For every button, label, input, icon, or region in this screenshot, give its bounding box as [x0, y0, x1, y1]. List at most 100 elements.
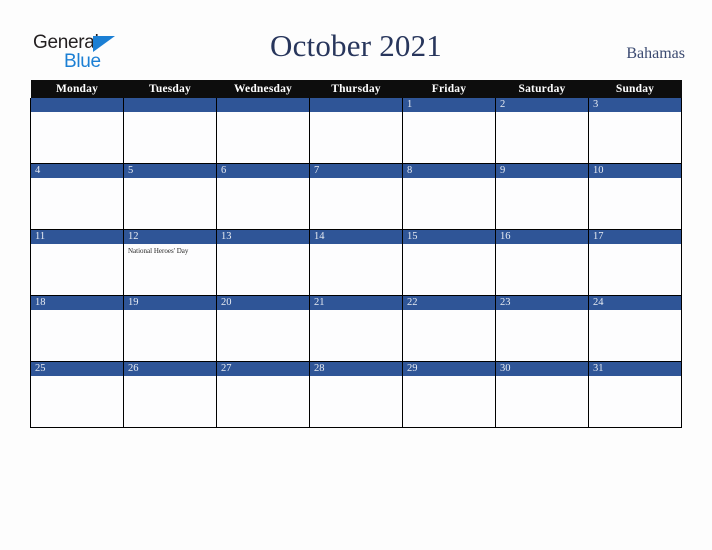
- day-number: [31, 98, 123, 112]
- calendar-week-row: 11 12 National Heroes' Day 13 14 15 16 17: [30, 229, 682, 296]
- weekday-header-friday: Friday: [402, 80, 496, 98]
- day-number: 10: [589, 164, 681, 178]
- day-cell-body: [217, 178, 309, 229]
- calendar-day-cell[interactable]: 8: [402, 163, 496, 230]
- calendar-day-cell[interactable]: 1: [402, 98, 496, 164]
- day-number: 11: [31, 230, 123, 244]
- calendar-day-cell[interactable]: 12 National Heroes' Day: [123, 229, 217, 296]
- day-cell-body: [124, 310, 216, 361]
- calendar-day-cell[interactable]: 26: [123, 361, 217, 428]
- day-cell-body: [496, 112, 588, 163]
- day-cell-body: [124, 376, 216, 427]
- calendar-day-cell[interactable]: 19: [123, 295, 217, 362]
- calendar-day-cell[interactable]: 4: [30, 163, 124, 230]
- calendar-day-cell[interactable]: 27: [216, 361, 310, 428]
- weekday-header-monday: Monday: [30, 80, 124, 98]
- calendar-week-row: 18 19 20 21 22 23 24: [30, 295, 682, 362]
- day-number: 12: [124, 230, 216, 244]
- calendar-day-cell[interactable]: 24: [588, 295, 682, 362]
- calendar-day-cell[interactable]: 20: [216, 295, 310, 362]
- day-number: [310, 98, 402, 112]
- day-cell-body: [496, 310, 588, 361]
- weekday-header-thursday: Thursday: [309, 80, 403, 98]
- day-cell-body: [217, 112, 309, 163]
- day-number: 19: [124, 296, 216, 310]
- day-number: 26: [124, 362, 216, 376]
- calendar-day-cell[interactable]: 13: [216, 229, 310, 296]
- day-number: 28: [310, 362, 402, 376]
- day-number: 9: [496, 164, 588, 178]
- day-cell-body: [589, 178, 681, 229]
- day-cell-body: [310, 178, 402, 229]
- day-number: 18: [31, 296, 123, 310]
- day-number: 25: [31, 362, 123, 376]
- calendar-day-cell[interactable]: 25: [30, 361, 124, 428]
- calendar-empty-cell[interactable]: [123, 98, 217, 164]
- calendar-day-cell[interactable]: 5: [123, 163, 217, 230]
- calendar-day-cell[interactable]: 10: [588, 163, 682, 230]
- calendar-day-cell[interactable]: 18: [30, 295, 124, 362]
- day-number: 4: [31, 164, 123, 178]
- day-cell-body: [217, 310, 309, 361]
- day-number: 5: [124, 164, 216, 178]
- calendar-empty-cell[interactable]: [216, 98, 310, 164]
- day-number: 27: [217, 362, 309, 376]
- weekday-header-sunday: Sunday: [588, 80, 682, 98]
- day-cell-body: [31, 244, 123, 295]
- day-cell-body: [496, 178, 588, 229]
- calendar-day-cell[interactable]: 22: [402, 295, 496, 362]
- day-cell-body: [310, 376, 402, 427]
- calendar-day-cell[interactable]: 21: [309, 295, 403, 362]
- calendar-day-cell[interactable]: 16: [495, 229, 589, 296]
- day-number: 8: [403, 164, 495, 178]
- day-number: 3: [589, 98, 681, 112]
- day-number: 31: [589, 362, 681, 376]
- calendar-body: 1 2 3 4 5 6 7 8 9 10 11 12 National Heroes' Day 13 14 1…: [30, 98, 682, 428]
- day-number: 24: [589, 296, 681, 310]
- calendar-day-cell[interactable]: 15: [402, 229, 496, 296]
- day-cell-body: [403, 310, 495, 361]
- weekday-header-tuesday: Tuesday: [123, 80, 217, 98]
- calendar-day-cell[interactable]: 17: [588, 229, 682, 296]
- calendar-day-cell[interactable]: 30: [495, 361, 589, 428]
- calendar-day-cell[interactable]: 7: [309, 163, 403, 230]
- calendar-day-cell[interactable]: 14: [309, 229, 403, 296]
- day-number: 30: [496, 362, 588, 376]
- calendar-day-cell[interactable]: 29: [402, 361, 496, 428]
- calendar-day-cell[interactable]: 11: [30, 229, 124, 296]
- day-cell-body: [310, 244, 402, 295]
- day-number: 17: [589, 230, 681, 244]
- calendar-day-cell[interactable]: 6: [216, 163, 310, 230]
- holiday-event-label: National Heroes' Day: [128, 247, 189, 255]
- day-cell-body: [589, 112, 681, 163]
- day-number: 6: [217, 164, 309, 178]
- day-cell-body: [310, 310, 402, 361]
- weekday-header-wednesday: Wednesday: [216, 80, 310, 98]
- calendar-empty-cell[interactable]: [30, 98, 124, 164]
- calendar-day-cell[interactable]: 9: [495, 163, 589, 230]
- day-number: 16: [496, 230, 588, 244]
- day-cell-body: [217, 376, 309, 427]
- calendar-day-cell[interactable]: 2: [495, 98, 589, 164]
- day-cell-body: [496, 244, 588, 295]
- day-cell-body: [310, 112, 402, 163]
- day-cell-body: [124, 112, 216, 163]
- day-number: 21: [310, 296, 402, 310]
- calendar-week-row: 4 5 6 7 8 9 10: [30, 163, 682, 230]
- day-cell-body: [403, 244, 495, 295]
- weekday-header-row: Monday Tuesday Wednesday Thursday Friday…: [30, 80, 682, 98]
- day-number: [217, 98, 309, 112]
- day-cell-body: [403, 112, 495, 163]
- day-cell-body: [403, 178, 495, 229]
- calendar-day-cell[interactable]: 23: [495, 295, 589, 362]
- calendar-day-cell[interactable]: 31: [588, 361, 682, 428]
- day-number: 15: [403, 230, 495, 244]
- calendar-empty-cell[interactable]: [309, 98, 403, 164]
- day-number: 7: [310, 164, 402, 178]
- calendar-day-cell[interactable]: 28: [309, 361, 403, 428]
- calendar-grid: Monday Tuesday Wednesday Thursday Friday…: [30, 80, 682, 428]
- day-number: 22: [403, 296, 495, 310]
- day-cell-body: [589, 310, 681, 361]
- calendar-day-cell[interactable]: 3: [588, 98, 682, 164]
- calendar-week-row: 25 26 27 28 29 30 31: [30, 361, 682, 428]
